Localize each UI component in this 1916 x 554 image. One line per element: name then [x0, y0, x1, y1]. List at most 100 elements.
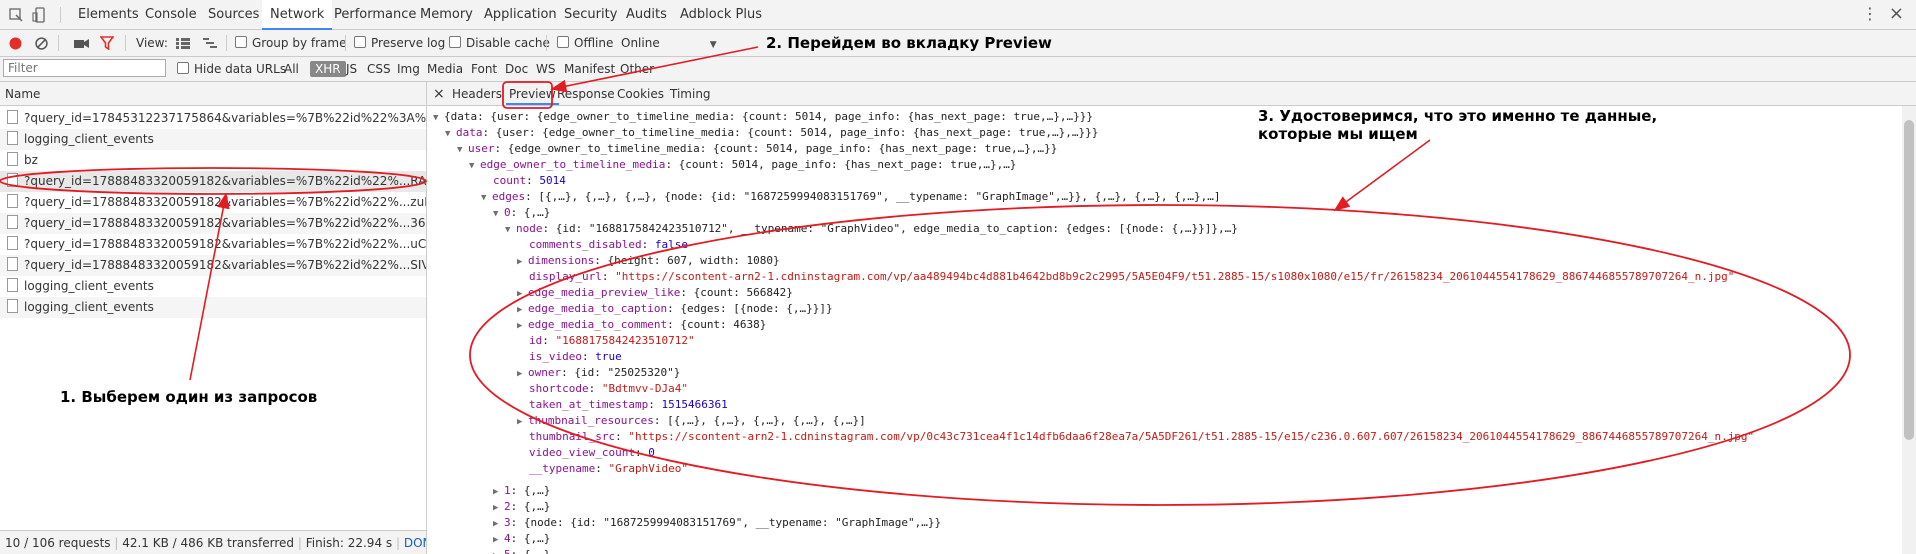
json-leaf: comments_disabled: false: [529, 238, 688, 251]
tab-cookies[interactable]: Cookies: [617, 82, 664, 105]
filter-type-img[interactable]: Img: [397, 57, 420, 81]
filter-input[interactable]: [3, 59, 166, 77]
filter-type-other[interactable]: Other: [620, 57, 654, 81]
scrollbar-thumb[interactable]: [1904, 120, 1914, 440]
group-by-frame-checkbox[interactable]: Group by frame: [235, 30, 346, 56]
file-icon: [7, 278, 18, 292]
json-node[interactable]: ▶ 4: {,…}: [493, 531, 550, 547]
expand-triangle-icon: ▶: [517, 305, 523, 315]
json-node[interactable]: ▶ 3: {node: {id: "1687259994083151769", _…: [493, 515, 941, 531]
tab-network[interactable]: Network: [262, 0, 333, 30]
tab-headers[interactable]: Headers: [452, 82, 502, 105]
filter-type-xhr[interactable]: XHR: [310, 61, 346, 77]
disable-cache-checkbox[interactable]: Disable cache: [449, 30, 550, 56]
request-list-pane: Name ?query_id=17845312237175864&variabl…: [0, 82, 427, 554]
preserve-log-checkbox[interactable]: Preserve log: [354, 30, 445, 56]
request-count: 10 / 106 requests: [5, 536, 111, 550]
collapse-triangle-icon: ▼: [445, 129, 451, 139]
request-row[interactable]: ?query_id=17888483320059182&variables=%7…: [0, 213, 426, 234]
json-node[interactable]: ▼ edge_owner_to_timeline_media: {count: 5…: [469, 157, 1016, 173]
tab-adblock-plus[interactable]: Adblock Plus: [680, 0, 762, 29]
json-node[interactable]: ▶ edge_media_preview_like: {count: 566842…: [517, 285, 793, 301]
tab-sources[interactable]: Sources: [208, 0, 259, 29]
large-rows-icon[interactable]: [176, 38, 190, 49]
request-row[interactable]: logging_client_events: [0, 129, 426, 150]
more-menu-icon[interactable]: ⋮: [1862, 4, 1878, 23]
expand-triangle-icon: ▶: [517, 321, 523, 331]
filter-type-font[interactable]: Font: [471, 57, 497, 81]
filter-type-media[interactable]: Media: [427, 57, 463, 81]
json-node[interactable]: ▶ dimensions: {height: 607, width: 1080}: [517, 253, 780, 269]
file-icon: [7, 215, 18, 229]
json-node[interactable]: ▶5: {,…}: [493, 547, 550, 554]
request-row[interactable]: ?query_id=17888483320059182&variables=%7…: [0, 255, 426, 276]
json-node[interactable]: ▼ user: {edge_owner_to_timeline_media: {c…: [457, 141, 1057, 157]
inspect-element-icon[interactable]: [8, 7, 24, 23]
request-row[interactable]: logging_client_events: [0, 297, 426, 318]
tab-preview[interactable]: Preview: [506, 82, 559, 105]
json-node[interactable]: ▶ edge_media_to_caption: {edges: [{node: …: [517, 301, 833, 317]
offline-checkbox[interactable]: Offline: [557, 30, 613, 56]
filter-type-ws[interactable]: WS: [536, 57, 555, 81]
close-devtools-icon[interactable]: ×: [1889, 3, 1904, 24]
divider: [226, 35, 227, 51]
json-node[interactable]: ▼ node: {id: "1688175842423510712", __typ…: [505, 221, 1238, 237]
request-row[interactable]: ?query_id=17888483320059182&variables=%7…: [0, 234, 426, 255]
request-row-selected[interactable]: ?query_id=17888483320059182&variables=%7…: [0, 171, 426, 192]
record-icon[interactable]: [9, 37, 22, 50]
filter-type-all[interactable]: All: [284, 57, 299, 81]
json-node[interactable]: ▶ edge_media_to_comment: {count: 4638}: [517, 317, 766, 333]
request-row[interactable]: ?query_id=17845312237175864&variables=%7…: [0, 108, 426, 129]
json-node[interactable]: ▼ 0: {,…}: [493, 205, 550, 221]
tab-elements[interactable]: Elements: [78, 0, 139, 29]
throttling-select[interactable]: Online ▼: [621, 30, 717, 56]
filter-type-js[interactable]: JS: [346, 57, 357, 81]
tab-application[interactable]: Application: [484, 0, 557, 29]
tab-performance[interactable]: Performance: [334, 0, 416, 29]
close-detail-icon[interactable]: ×: [433, 82, 445, 105]
request-row[interactable]: ?query_id=17888483320059182&variables=%7…: [0, 192, 426, 213]
filter-bar: Hide data URLs All XHR JS CSS Img Media …: [0, 57, 1916, 82]
overview-icon[interactable]: [203, 38, 217, 49]
file-icon: [7, 173, 18, 187]
filter-type-manifest[interactable]: Manifest: [564, 57, 615, 81]
tab-security[interactable]: Security: [564, 0, 617, 29]
filter-type-doc[interactable]: Doc: [505, 57, 528, 81]
tab-console[interactable]: Console: [145, 0, 197, 29]
request-row[interactable]: logging_client_events: [0, 276, 426, 297]
filter-type-css[interactable]: CSS: [367, 57, 391, 81]
collapse-triangle-icon: ▼: [493, 209, 499, 219]
detail-tab-bar: × Headers Preview Response Cookies Timin…: [427, 82, 1916, 106]
json-node[interactable]: ▼ data: {user: {edge_owner_to_timeline_me…: [445, 125, 1098, 141]
screenshot-camera-icon[interactable]: [74, 37, 89, 49]
annotation-step-2: 2. Перейдем во вкладку Preview: [766, 34, 1052, 52]
device-toolbar-icon[interactable]: [32, 7, 48, 23]
tab-response[interactable]: Response: [557, 82, 615, 105]
expand-triangle-icon: ▶: [517, 289, 523, 299]
json-leaf: taken_at_timestamp: 1515466361: [529, 398, 728, 411]
json-preview: ▼ {data: {user: {edge_owner_to_timeline_m…: [427, 106, 1900, 554]
tab-timing[interactable]: Timing: [670, 82, 711, 105]
json-node[interactable]: ▼ edges: [{,…}, {,…}, {,…}, {node: {id: "…: [481, 189, 1221, 205]
filter-icon[interactable]: [100, 36, 114, 50]
file-icon: [7, 131, 18, 145]
name-column-header[interactable]: Name: [0, 82, 426, 106]
request-row[interactable]: bz: [0, 150, 426, 171]
json-leaf: id: "1688175842423510712": [529, 334, 695, 347]
file-icon: [7, 236, 18, 250]
clear-icon[interactable]: [35, 37, 48, 50]
json-node[interactable]: ▶ thumbnail_resources: [{,…}, {,…}, {,…},…: [517, 413, 866, 429]
json-leaf: is_video: true: [529, 350, 622, 363]
hide-data-urls-checkbox[interactable]: Hide data URLs: [177, 57, 286, 81]
preview-scrollbar[interactable]: [1902, 106, 1916, 554]
json-node-root[interactable]: ▼ {data: {user: {edge_owner_to_timeline_m…: [433, 109, 1093, 125]
chevron-down-icon: ▼: [709, 40, 717, 50]
tab-memory[interactable]: Memory: [420, 0, 473, 29]
json-leaf: display_url: "https://scontent-arn2-1.cd…: [529, 270, 1735, 283]
json-node[interactable]: ▶ 2: {,…}: [493, 499, 550, 515]
json-node[interactable]: ▶ 1: {,…}: [493, 483, 550, 499]
expand-triangle-icon: ▶: [493, 503, 499, 513]
collapse-triangle-icon: ▼: [505, 225, 511, 235]
tab-audits[interactable]: Audits: [626, 0, 667, 29]
json-node[interactable]: ▶ owner: {id: "25025320"}: [517, 365, 680, 381]
